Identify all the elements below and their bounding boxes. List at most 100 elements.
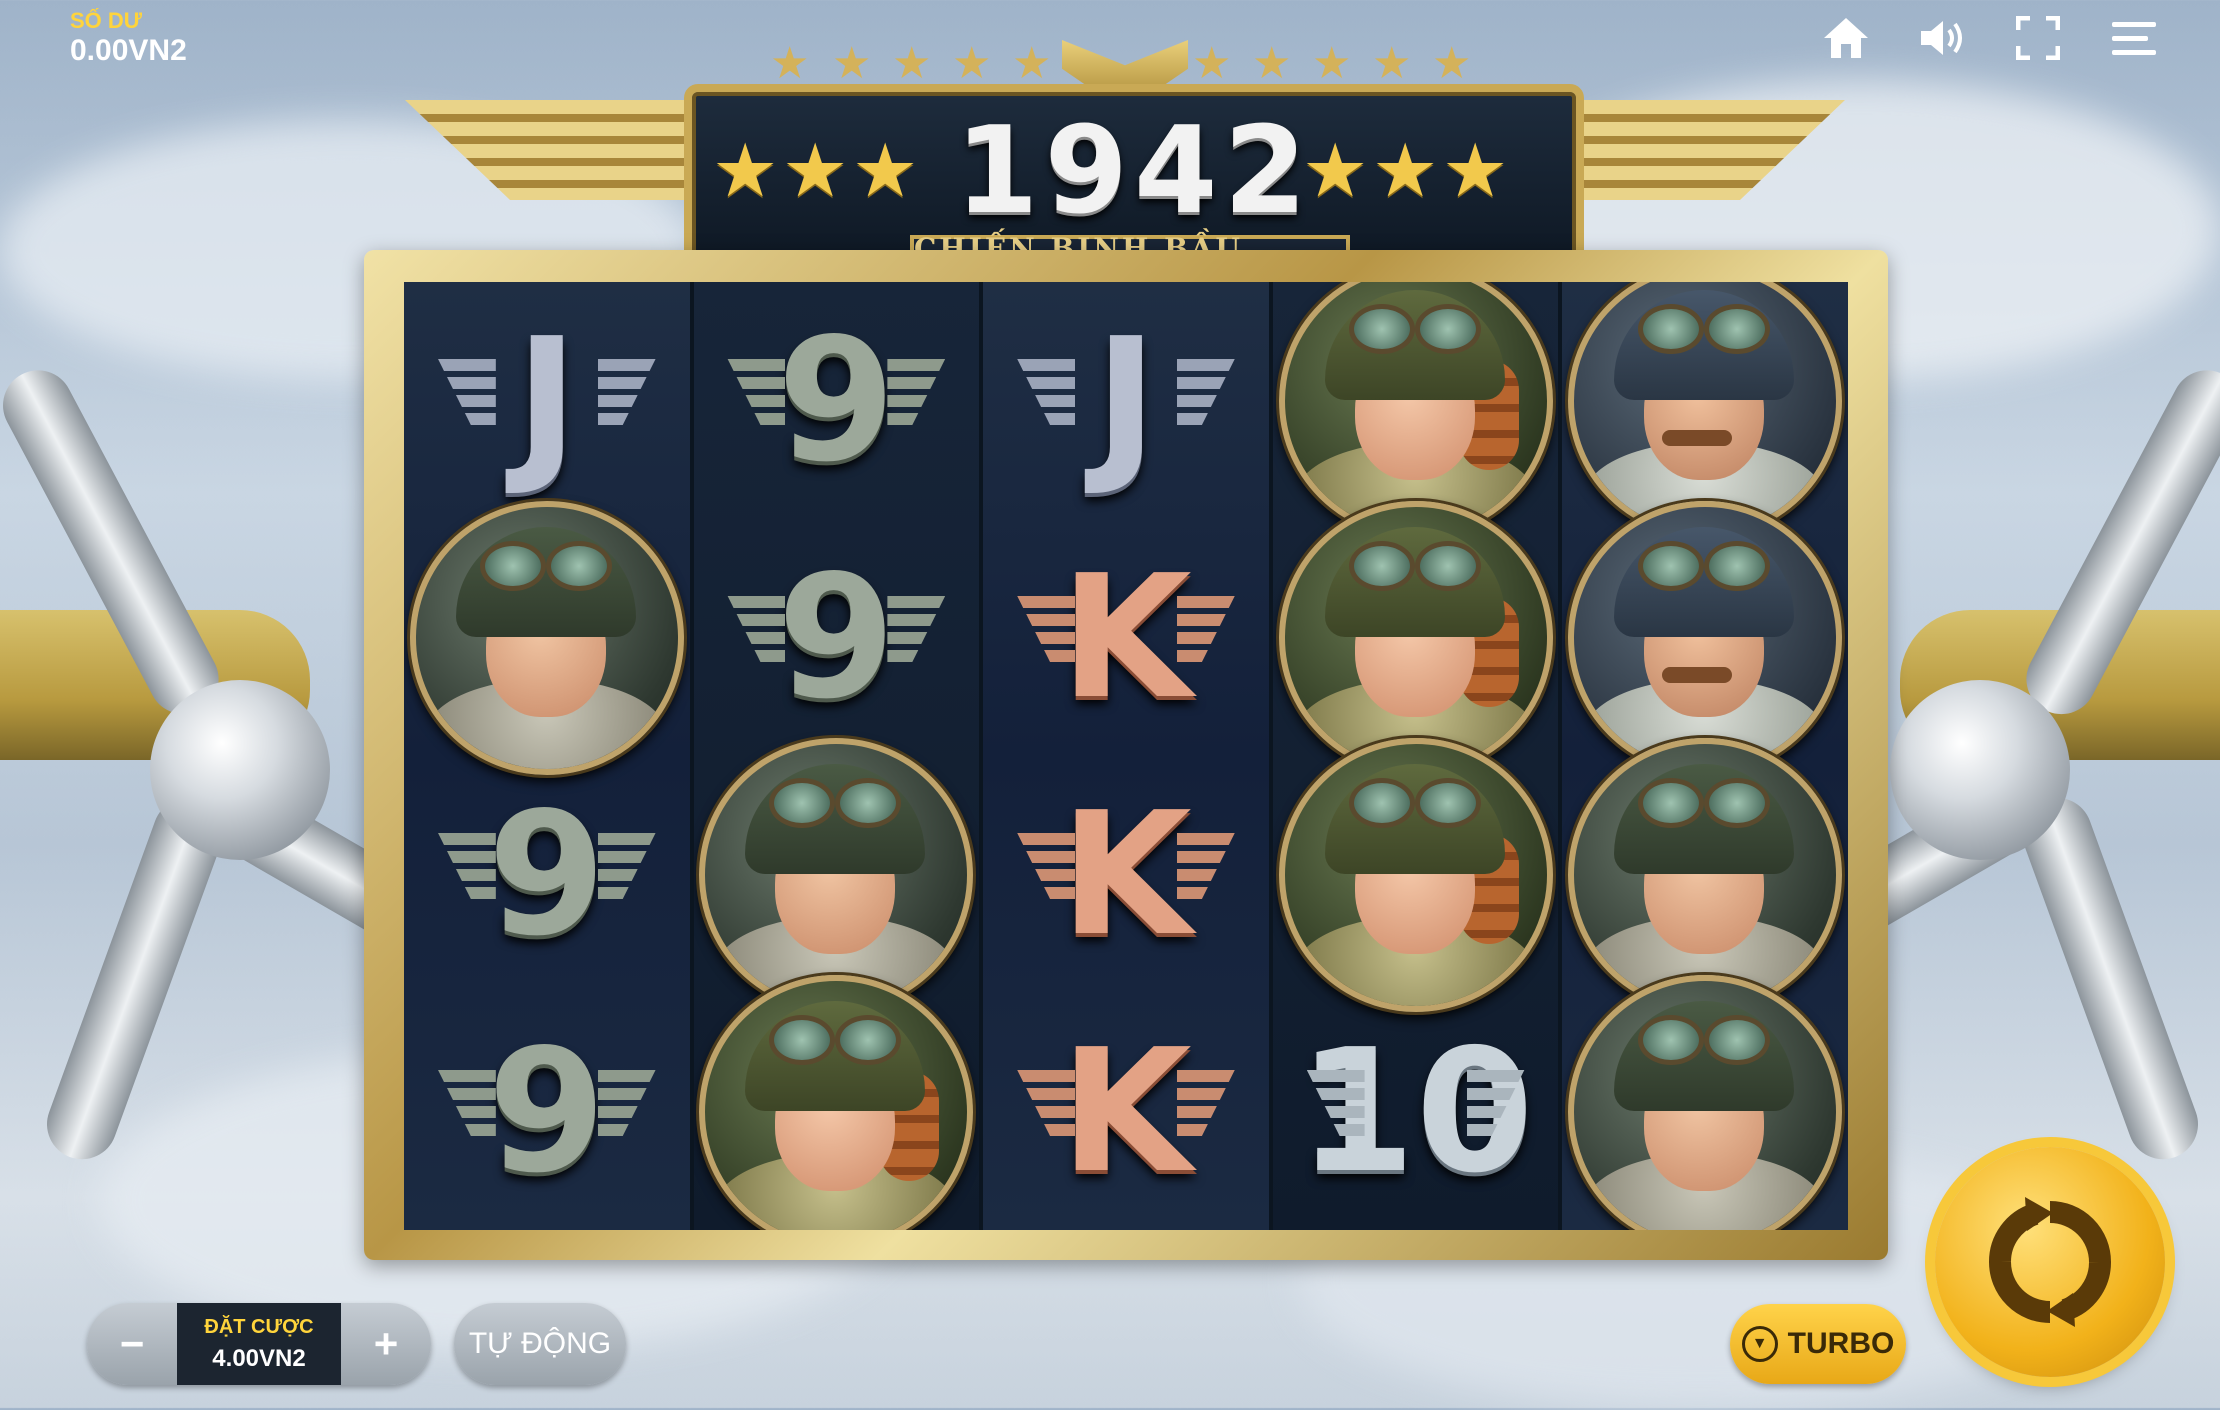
reel-cell — [694, 974, 980, 1230]
reel-cell: J — [983, 282, 1269, 519]
symbol-letter: K — [1060, 538, 1192, 737]
bet-decrease-button[interactable]: − — [87, 1303, 177, 1385]
star-icon: ★ — [1372, 39, 1412, 88]
reel-cell — [1562, 500, 1848, 775]
bet-control: − ĐẶT CƯỢC 4.00VN2 + — [87, 1303, 431, 1385]
balance-value: 0.00VN2 — [70, 34, 187, 67]
reel-cell: K — [983, 993, 1269, 1230]
symbol-letter: 9 — [487, 1012, 606, 1211]
sound-icon[interactable] — [1914, 10, 1970, 66]
wing-right-icon — [1176, 1069, 1235, 1140]
symbol-captain-portrait — [1568, 282, 1843, 538]
reel-cell: K — [983, 756, 1269, 993]
symbol-letter: 9 — [777, 538, 896, 737]
symbol-letter: J — [1094, 301, 1158, 500]
symbol-letter: J — [515, 301, 579, 500]
fullscreen-icon[interactable] — [2010, 10, 2066, 66]
spin-arrows-icon — [1988, 1197, 2112, 1327]
symbol-9: 9 — [721, 301, 951, 501]
star-icon: ★ — [832, 39, 872, 88]
wing-left-icon — [727, 358, 786, 429]
symbol-9: 9 — [432, 775, 662, 975]
reel-column: J 9 9 — [404, 282, 690, 1230]
wing-right-icon — [597, 832, 656, 903]
bet-display: ĐẶT CƯỢC 4.00VN2 — [177, 1303, 341, 1385]
bet-value: 4.00VN2 — [212, 1344, 306, 1372]
reel-cell — [1562, 282, 1848, 538]
wing-right-icon — [887, 595, 946, 666]
symbol-letter: 9 — [487, 775, 606, 974]
symbol-pilot-portrait — [1568, 974, 1843, 1230]
reel-cell: 9 — [694, 519, 980, 756]
bet-label: ĐẶT CƯỢC — [204, 1315, 314, 1338]
bet-increase-button[interactable]: + — [341, 1303, 431, 1385]
reels-area: J 9 9 9 9 J K K K 10 — [404, 282, 1848, 1230]
wing-left-icon — [437, 832, 496, 903]
star-icon: ★ — [1372, 129, 1439, 212]
symbol-k: K — [1011, 775, 1241, 975]
reel-cell — [1562, 974, 1848, 1230]
symbol-j: J — [432, 301, 662, 501]
symbol-9: 9 — [432, 1012, 662, 1212]
spin-button[interactable] — [1935, 1147, 2165, 1377]
symbol-woman-portrait — [1278, 500, 1553, 775]
symbol-letter: K — [1060, 775, 1192, 974]
wing-left-icon — [1016, 1069, 1075, 1140]
wing-right-icon — [887, 358, 946, 429]
wing-left-icon — [1016, 832, 1075, 903]
reel-column: 10 — [1272, 282, 1559, 1230]
star-icon: ★ — [770, 39, 810, 88]
star-icon: ★ — [1432, 39, 1472, 88]
symbol-pilot-portrait — [699, 737, 974, 1012]
symbol-j: J — [1011, 301, 1241, 501]
reel-cell — [1562, 737, 1848, 1012]
symbol-letter: 9 — [777, 301, 896, 500]
reel-cell — [404, 500, 690, 775]
star-icon: ★ — [1312, 39, 1352, 88]
wing-right-icon — [597, 1069, 656, 1140]
wing-left-icon — [437, 1069, 496, 1140]
wing-right-icon — [1176, 358, 1235, 429]
reel-cell — [694, 737, 980, 1012]
wing-left-icon — [1016, 358, 1075, 429]
star-icon: ★ — [1302, 129, 1369, 212]
symbol-10: 10 — [1297, 1012, 1534, 1212]
star-icon: ★ — [1192, 39, 1232, 88]
star-icon: ★ — [1252, 39, 1292, 88]
wing-left-icon — [727, 595, 786, 666]
wing-right-icon — [1176, 832, 1235, 903]
symbol-k: K — [1011, 1012, 1241, 1212]
menu-icon[interactable] — [2106, 10, 2162, 66]
symbol-pilot-portrait — [1568, 737, 1843, 1012]
reel-cell: 9 — [694, 282, 980, 519]
reel-column: JKKK — [983, 282, 1269, 1230]
reel-cell: K — [983, 519, 1269, 756]
symbol-woman-portrait — [1278, 737, 1553, 1012]
turbo-icon: ▼ — [1741, 1326, 1778, 1362]
reel-cell: 10 — [1273, 993, 1559, 1230]
reel-cell: J — [404, 282, 690, 519]
symbol-9: 9 — [721, 538, 951, 738]
star-icon: ★ — [892, 39, 932, 88]
reel-cell — [1273, 500, 1559, 775]
balance-label: SỐ DƯ — [70, 8, 143, 33]
reel-column — [1562, 282, 1848, 1230]
home-icon[interactable] — [1818, 10, 1874, 66]
reel-cell: 9 — [404, 756, 690, 993]
turbo-label: TURBO — [1787, 1327, 1895, 1360]
star-icon: ★ — [1442, 129, 1509, 212]
star-icon: ★ — [1012, 39, 1052, 88]
turbo-button[interactable]: ▼ TURBO — [1730, 1304, 1906, 1384]
symbol-k: K — [1011, 538, 1241, 738]
wing-right-icon — [1176, 595, 1235, 666]
symbol-captain-portrait — [1568, 500, 1843, 775]
star-icon: ★ — [952, 39, 992, 88]
symbol-woman-portrait — [699, 974, 974, 1230]
autoplay-button[interactable]: TỰ ĐỘNG — [454, 1303, 626, 1385]
symbol-letter: K — [1060, 1012, 1192, 1211]
reel-cell: 9 — [404, 993, 690, 1230]
reel-cell — [1273, 737, 1559, 1012]
wing-left-icon — [1016, 595, 1075, 666]
symbol-woman-portrait — [1278, 282, 1553, 538]
symbol-pilot-portrait — [409, 500, 684, 775]
